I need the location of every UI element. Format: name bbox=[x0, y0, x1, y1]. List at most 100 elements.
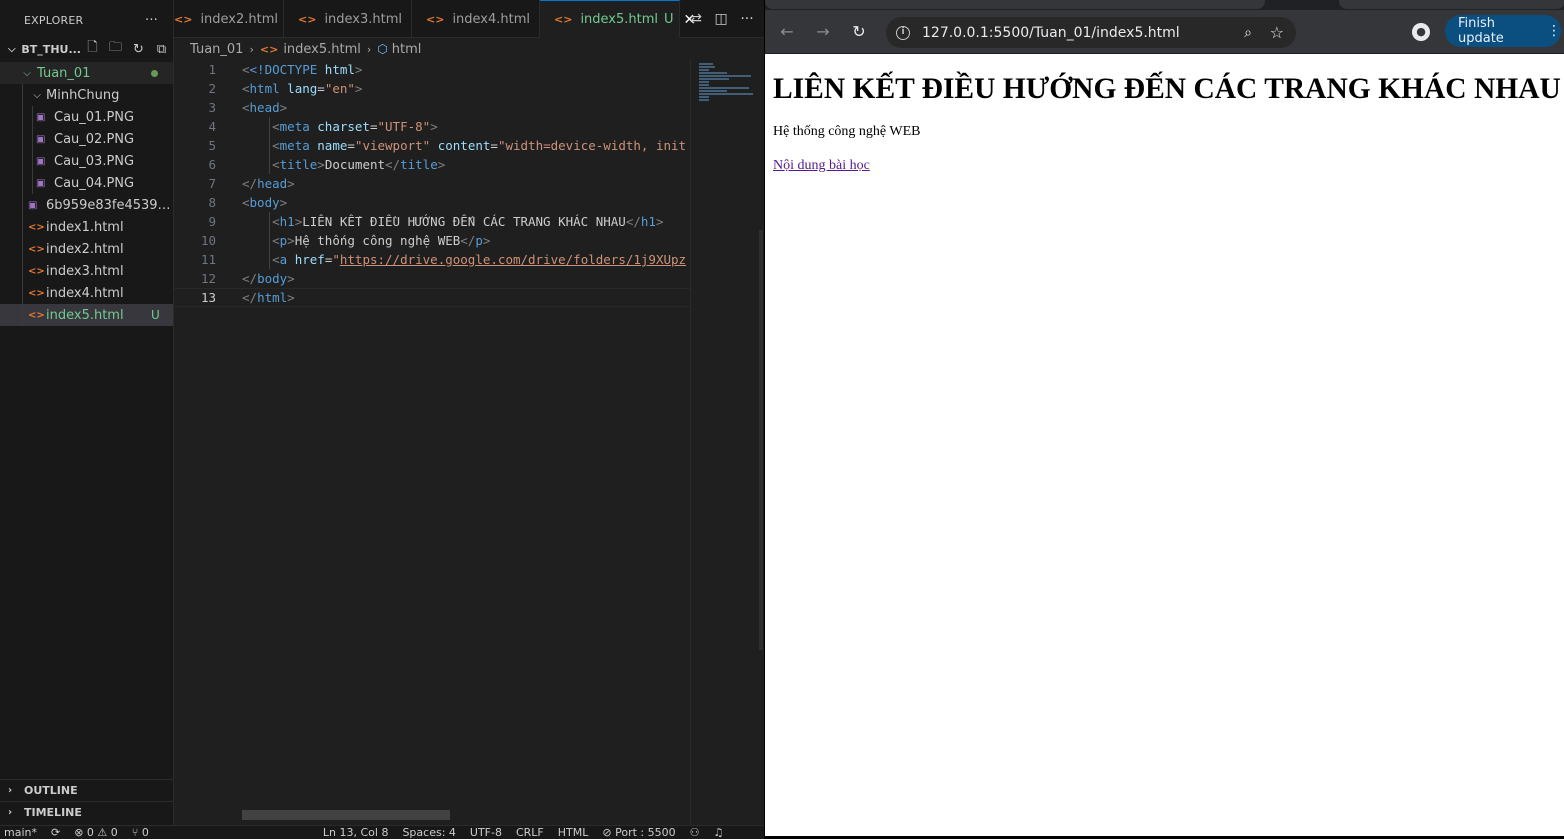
code-line: 12 </body> bbox=[174, 269, 690, 288]
line-number: 5 bbox=[208, 138, 216, 153]
language-mode[interactable]: HTML bbox=[558, 826, 589, 839]
tree-folder-minhchung[interactable]: ⌵ MinhChung bbox=[0, 84, 173, 106]
problems-count[interactable]: ⊗ 0 ⚠ 0 bbox=[74, 826, 118, 839]
code-line: 3 <head> bbox=[174, 98, 690, 117]
html-file-icon: <> bbox=[28, 265, 45, 277]
git-branch[interactable]: main* bbox=[4, 826, 37, 839]
tree-folder-tuan01[interactable]: ⌵ Tuan_01 bbox=[0, 62, 173, 84]
file-tree: ⌵ Tuan_01 ⌵ MinhChung ▣ Cau_01.PNG ▣ Cau_02… bbox=[0, 62, 173, 326]
refresh-icon[interactable]: ↻ bbox=[127, 42, 150, 57]
html-file-icon: <> bbox=[259, 42, 279, 56]
title-text: Document bbox=[324, 157, 386, 172]
tree-file[interactable]: ▣ 6b959e83fe45390ae... bbox=[0, 194, 173, 216]
browser-tabstrip bbox=[765, 0, 1564, 10]
minhchung-files: ▣ Cau_01.PNG ▣ Cau_02.PNG ▣ Cau_03.PNG ▣ Cau_04… bbox=[0, 106, 173, 194]
address-bar[interactable]: i 127.0.0.1:5500/Tuan_01/index5.html ⌕ ☆ bbox=[886, 17, 1296, 48]
line-number: 7 bbox=[208, 176, 216, 191]
new-folder-icon[interactable]: 🗀 bbox=[104, 38, 127, 60]
tree-file[interactable]: ▣ Cau_01.PNG bbox=[0, 106, 173, 128]
editor-tabs: <> index2.html <> index3.html <> index4.… bbox=[174, 0, 764, 38]
zoom-icon[interactable]: ⌕ bbox=[1244, 25, 1252, 41]
tree-file[interactable]: <> index4.html bbox=[0, 282, 173, 304]
breadcrumb-symbol[interactable]: html bbox=[392, 42, 422, 57]
line-number: 2 bbox=[208, 81, 216, 96]
explorer-title: EXPLORER bbox=[24, 13, 84, 27]
code-line: 6 <title>Document</title> bbox=[174, 155, 690, 174]
code-line: 4 <meta charset="UTF-8"> bbox=[174, 117, 690, 136]
live-server-port[interactable]: ⊘ Port : 5500 bbox=[602, 826, 675, 839]
code-line: 9 <h1>LIÊN KẾT ĐIỀU HƯỚNG ĐẾN CÁC TRANG … bbox=[174, 212, 690, 231]
file-label: index3.html bbox=[46, 263, 124, 279]
workspace-header[interactable]: ⌵ BT_THU... 🗋 🗀 ↻ ⧉ bbox=[0, 40, 173, 58]
open-changes-icon[interactable]: ⇄ bbox=[690, 11, 702, 27]
horizontal-scrollbar[interactable] bbox=[242, 810, 450, 820]
forward-arrow-icon[interactable]: → bbox=[805, 22, 841, 41]
cursor-position[interactable]: Ln 13, Col 8 bbox=[323, 826, 389, 839]
tab-label: index5.html bbox=[580, 12, 659, 27]
tree-file[interactable]: ▣ Cau_03.PNG bbox=[0, 150, 173, 172]
line-number: 13 bbox=[200, 290, 216, 305]
collapse-all-icon[interactable]: ⧉ bbox=[150, 42, 173, 57]
kebab-menu-icon[interactable]: ⋮ bbox=[1547, 23, 1561, 39]
editor-actions: ⇄ ◫ ··· bbox=[680, 0, 764, 37]
symbol-cube-icon: ⬡ bbox=[377, 42, 388, 56]
breadcrumb-file[interactable]: index5.html bbox=[283, 42, 361, 57]
ports-count[interactable]: ⑂ 0 bbox=[132, 826, 149, 839]
line-number: 8 bbox=[208, 195, 216, 210]
image-file-icon: ▣ bbox=[36, 111, 46, 123]
tree-file[interactable]: ▣ Cau_02.PNG bbox=[0, 128, 173, 150]
breadcrumb-folder[interactable]: Tuan_01 bbox=[190, 42, 243, 57]
status-bar: main* ⟳ ⊗ 0 ⚠ 0 ⑂ 0 Ln 13, Col 8 Spaces:… bbox=[0, 825, 764, 839]
line-number: 1 bbox=[208, 62, 216, 77]
line-ending[interactable]: CRLF bbox=[516, 826, 544, 839]
tab-label: index2.html bbox=[200, 11, 279, 27]
finish-update-button[interactable]: Finish update ⋮ bbox=[1445, 15, 1561, 47]
indentation[interactable]: Spaces: 4 bbox=[402, 826, 455, 839]
reload-icon[interactable]: ↻ bbox=[841, 22, 877, 41]
line-number: 6 bbox=[208, 157, 216, 172]
more-actions-icon[interactable]: ··· bbox=[145, 13, 173, 28]
viewport-name-value: "viewport" bbox=[354, 138, 431, 153]
tree-file[interactable]: ▣ Cau_04.PNG bbox=[0, 172, 173, 194]
file-label: Cau_04.PNG bbox=[54, 175, 135, 191]
line-number: 10 bbox=[200, 233, 216, 248]
outline-section[interactable]: › OUTLINE bbox=[0, 779, 174, 801]
file-label: index5.html bbox=[46, 307, 124, 323]
lesson-link[interactable]: Nội dung bài học bbox=[773, 158, 870, 173]
new-file-icon[interactable]: 🗋 bbox=[81, 38, 104, 60]
tree-file[interactable]: <> index2.html bbox=[0, 238, 173, 260]
html-file-icon: <> bbox=[28, 243, 45, 255]
file-label: Cau_03.PNG bbox=[54, 153, 135, 169]
tree-file[interactable]: <> index3.html bbox=[0, 260, 173, 282]
notifications-icon[interactable]: ♫ bbox=[713, 826, 723, 839]
split-editor-icon[interactable]: ◫ bbox=[715, 11, 728, 27]
site-info-icon[interactable]: i bbox=[896, 25, 910, 40]
encoding[interactable]: UTF-8 bbox=[470, 826, 502, 839]
timeline-section[interactable]: › TIMELINE bbox=[0, 801, 174, 823]
tree-file-index5[interactable]: <> index5.html U bbox=[0, 304, 173, 326]
bookmark-star-icon[interactable]: ☆ bbox=[1270, 23, 1284, 42]
image-file-icon: ▣ bbox=[28, 199, 38, 211]
profile-avatar-icon[interactable]: ● bbox=[1412, 23, 1430, 41]
browser-window: ← → ↻ i 127.0.0.1:5500/Tuan_01/index5.ht… bbox=[764, 0, 1564, 839]
tab-index5[interactable]: <> index5.html U ✕ bbox=[540, 0, 695, 38]
line-number: 4 bbox=[208, 119, 216, 134]
timeline-label: TIMELINE bbox=[24, 806, 82, 819]
chevron-right-icon: › bbox=[8, 785, 13, 796]
code-line: 7 </head> bbox=[174, 174, 690, 193]
tree-file[interactable]: <> index1.html bbox=[0, 216, 173, 238]
minimap[interactable] bbox=[690, 60, 758, 825]
doctype-keyword: html bbox=[324, 62, 355, 77]
copilot-icon[interactable]: ⚇ bbox=[690, 826, 700, 839]
tab-index2[interactable]: <> index2.html bbox=[174, 0, 284, 38]
viewport-content-value: "width=device-width, init bbox=[497, 138, 687, 153]
code-editor[interactable]: 1 <<!DOCTYPE html> 2 <html lang="en"> 3 … bbox=[174, 60, 690, 808]
html-file-icon: <> bbox=[426, 12, 445, 26]
tab-index4[interactable]: <> index4.html bbox=[412, 0, 540, 38]
code-line: 2 <html lang="en"> bbox=[174, 79, 690, 98]
image-file-icon: ▣ bbox=[36, 133, 46, 145]
sync-icon[interactable]: ⟳ bbox=[51, 826, 60, 839]
back-arrow-icon[interactable]: ← bbox=[769, 22, 805, 41]
tab-index3[interactable]: <> index3.html bbox=[284, 0, 412, 38]
more-actions-icon[interactable]: ··· bbox=[740, 11, 753, 27]
